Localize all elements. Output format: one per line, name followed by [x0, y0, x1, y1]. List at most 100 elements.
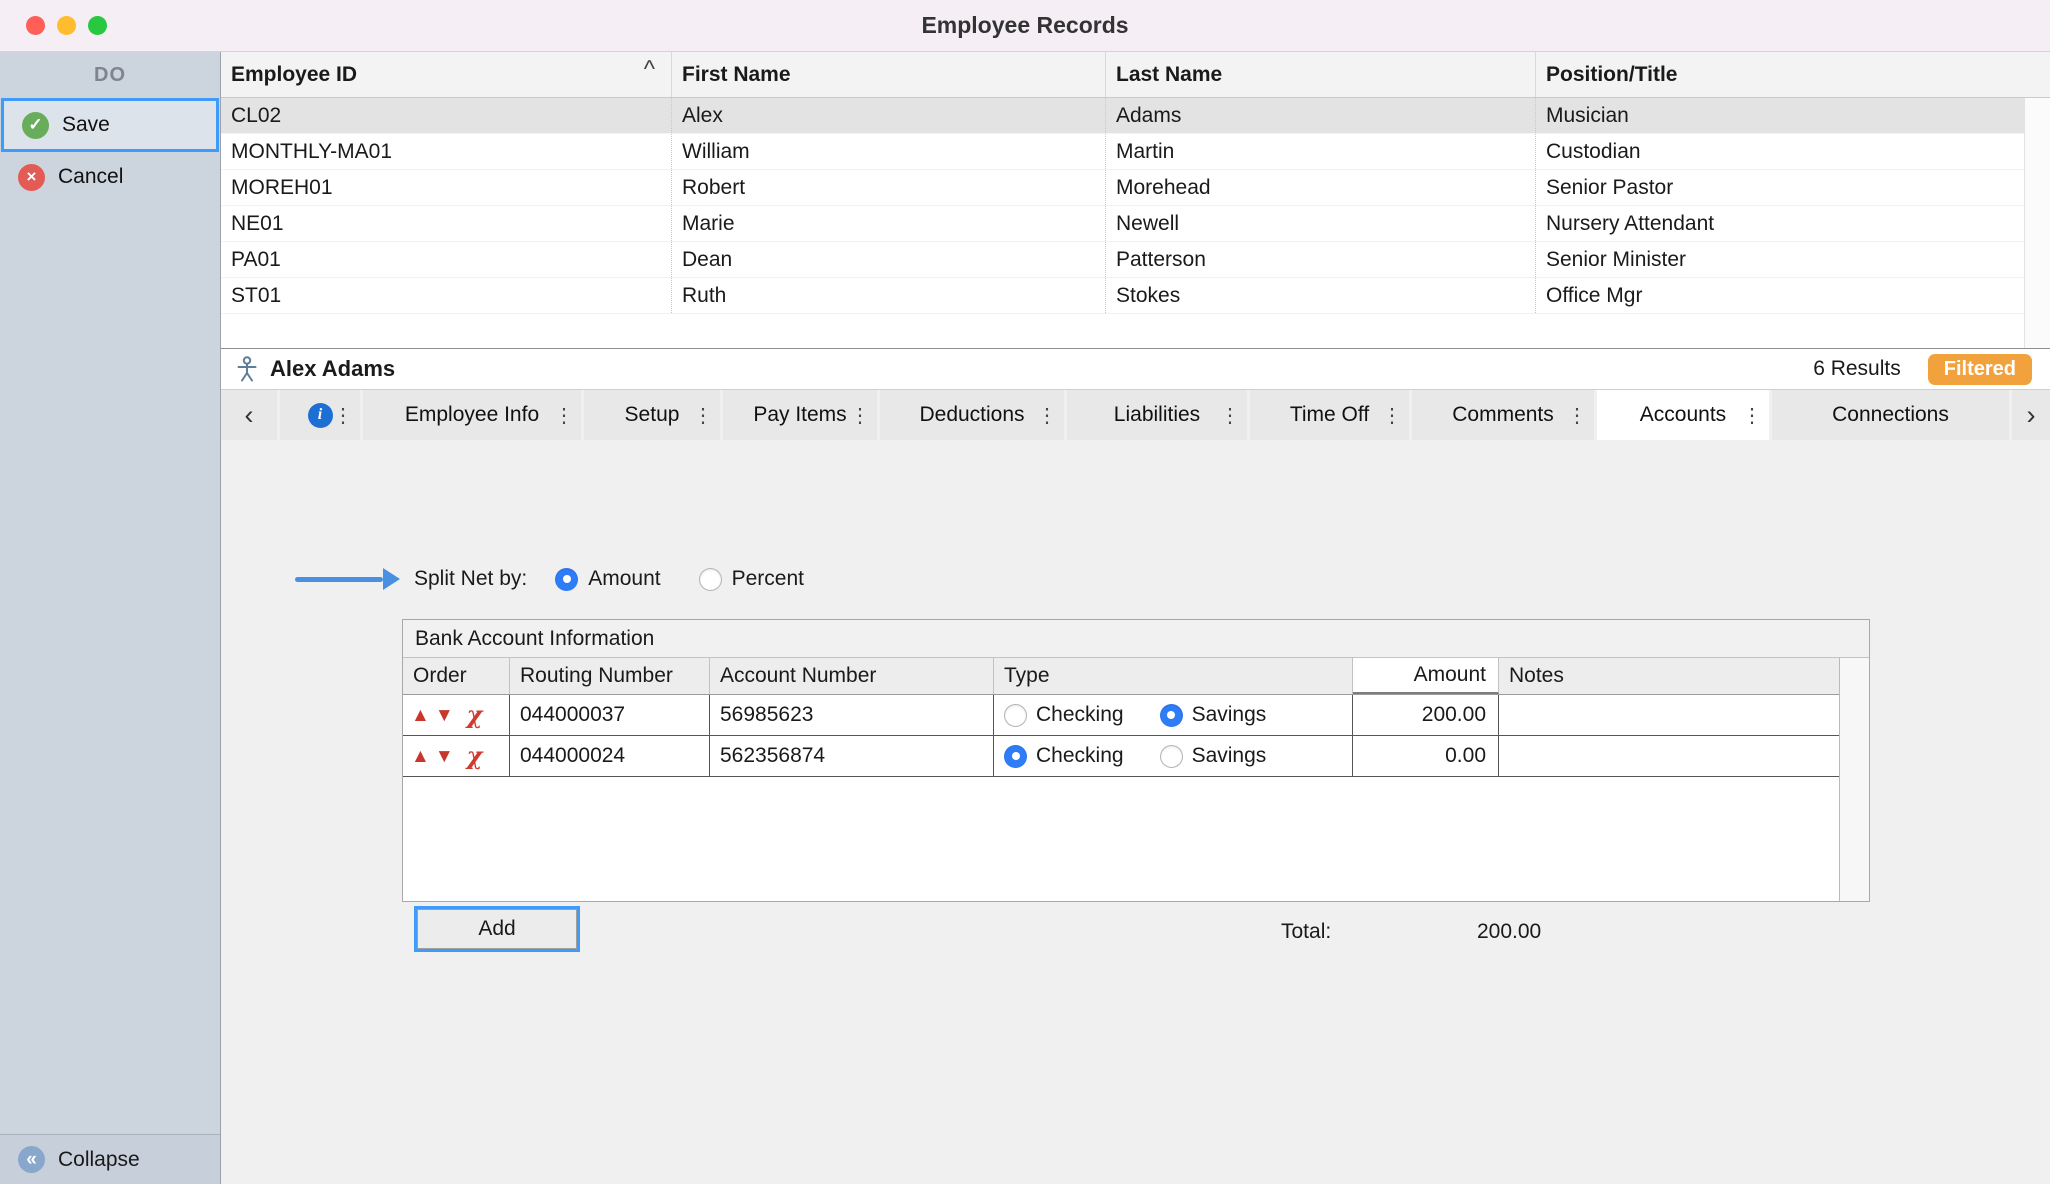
cell-employee-id: CL02 [221, 98, 672, 133]
move-down-icon[interactable]: ▼ [435, 747, 454, 766]
move-down-icon[interactable]: ▼ [435, 706, 454, 725]
cell-first-name: Dean [672, 242, 1106, 277]
tab-record-info[interactable]: i ⋮ [280, 390, 360, 440]
account-number-field[interactable]: 562356874 [710, 736, 994, 776]
kebab-menu-icon[interactable]: ⋮ [1037, 403, 1057, 428]
amount-field[interactable]: 0.00 [1353, 736, 1499, 776]
add-account-button[interactable]: Add [417, 909, 577, 949]
table-scrollbar[interactable] [2024, 98, 2050, 348]
radio-percent[interactable] [699, 568, 722, 591]
tabs-scroll-left-button[interactable]: ‹ [221, 390, 277, 440]
kebab-menu-icon[interactable]: ⋮ [1567, 403, 1587, 428]
split-by-percent-option[interactable]: Percent [699, 567, 804, 591]
checking-option[interactable]: Checking [1004, 744, 1124, 768]
account-type-cell: Checking Savings [994, 736, 1353, 776]
titlebar: Employee Records [0, 0, 2050, 52]
close-window-button[interactable] [26, 16, 45, 35]
collapse-button-label: Collapse [58, 1148, 140, 1172]
cell-employee-id: MONTHLY-MA01 [221, 134, 672, 169]
radio-savings[interactable] [1160, 745, 1183, 768]
total-row: Total: 200.00 [1281, 920, 1541, 944]
routing-number-field[interactable]: 044000037 [510, 695, 710, 735]
bank-column-notes[interactable]: Notes [1499, 658, 1839, 694]
tab-strip: ‹ i ⋮ Employee Info ⋮ Setup ⋮ Pay Items … [221, 390, 2050, 440]
table-row[interactable]: NE01 Marie Newell Nursery Attendant [221, 206, 2050, 242]
bank-column-type[interactable]: Type [994, 658, 1353, 694]
tab-setup[interactable]: Setup ⋮ [584, 390, 720, 440]
delete-row-icon[interactable]: χ [467, 744, 483, 768]
minimize-window-button[interactable] [57, 16, 76, 35]
bank-table-header: Order Routing Number Account Number Type… [403, 658, 1839, 695]
cell-last-name: Newell [1106, 206, 1536, 241]
checking-option[interactable]: Checking [1004, 703, 1124, 727]
notes-field[interactable] [1499, 695, 1839, 735]
radio-checking[interactable] [1004, 745, 1027, 768]
move-up-icon[interactable]: ▲ [411, 747, 430, 766]
accounts-panel: Split Net by: Amount Percent Bank Accoun… [221, 440, 2050, 1184]
bank-account-row[interactable]: ▲ ▼ χ 044000037 56985623 Checking [403, 695, 1839, 736]
check-icon: ✓ [22, 112, 49, 139]
amount-field[interactable]: 200.00 [1353, 695, 1499, 735]
tab-accounts[interactable]: Accounts ⋮ [1597, 390, 1769, 440]
notes-field[interactable] [1499, 736, 1839, 776]
account-type-cell: Checking Savings [994, 695, 1353, 735]
cell-first-name: William [672, 134, 1106, 169]
tab-time-off[interactable]: Time Off ⋮ [1250, 390, 1409, 440]
kebab-menu-icon[interactable]: ⋮ [554, 403, 574, 428]
person-icon [235, 356, 259, 382]
tab-liabilities[interactable]: Liabilities ⋮ [1067, 390, 1247, 440]
kebab-menu-icon[interactable]: ⋮ [693, 403, 713, 428]
tab-deductions[interactable]: Deductions ⋮ [880, 390, 1064, 440]
tab-comments[interactable]: Comments ⋮ [1412, 390, 1594, 440]
collapse-button[interactable]: « Collapse [0, 1134, 220, 1184]
filtered-badge[interactable]: Filtered [1928, 354, 2032, 385]
bank-column-order[interactable]: Order [403, 658, 510, 694]
account-number-field[interactable]: 56985623 [710, 695, 994, 735]
savings-option[interactable]: Savings [1160, 744, 1267, 768]
radio-savings[interactable] [1160, 704, 1183, 727]
cell-position: Custodian [1536, 134, 2024, 169]
cancel-button[interactable]: × Cancel [0, 152, 220, 202]
radio-checking[interactable] [1004, 704, 1027, 727]
save-button[interactable]: ✓ Save [1, 98, 219, 152]
radio-amount[interactable] [555, 568, 578, 591]
total-value: 200.00 [1451, 920, 1541, 944]
kebab-menu-icon[interactable]: ⋮ [1220, 403, 1240, 428]
move-up-icon[interactable]: ▲ [411, 706, 430, 725]
bank-column-routing[interactable]: Routing Number [510, 658, 710, 694]
employee-table: Employee ID ^ First Name Last Name Posit… [221, 52, 2050, 349]
cell-last-name: Patterson [1106, 242, 1536, 277]
table-row[interactable]: MOREH01 Robert Morehead Senior Pastor [221, 170, 2050, 206]
column-header-position-title[interactable]: Position/Title [1536, 52, 2024, 97]
savings-option[interactable]: Savings [1160, 703, 1267, 727]
record-bar: Alex Adams 6 Results Filtered [221, 349, 2050, 390]
bank-account-row[interactable]: ▲ ▼ χ 044000024 562356874 Checking [403, 736, 1839, 777]
tab-connections[interactable]: Connections [1772, 390, 2009, 440]
tab-employee-info[interactable]: Employee Info ⋮ [363, 390, 581, 440]
delete-row-icon[interactable]: χ [467, 703, 483, 727]
kebab-menu-icon[interactable]: ⋮ [1742, 403, 1762, 428]
tabs-scroll-right-button[interactable]: › [2012, 390, 2050, 440]
annotation-arrow [295, 568, 400, 590]
column-header-last-name[interactable]: Last Name [1106, 52, 1536, 97]
column-header-employee-id[interactable]: Employee ID ^ [221, 52, 672, 97]
bank-column-amount[interactable]: Amount [1353, 658, 1499, 694]
table-row[interactable]: ST01 Ruth Stokes Office Mgr [221, 278, 2050, 314]
table-row[interactable]: PA01 Dean Patterson Senior Minister [221, 242, 2050, 278]
kebab-menu-icon[interactable]: ⋮ [850, 403, 870, 428]
kebab-menu-icon[interactable]: ⋮ [1382, 403, 1402, 428]
routing-number-field[interactable]: 044000024 [510, 736, 710, 776]
selected-record-name: Alex Adams [270, 356, 395, 382]
total-label: Total: [1281, 920, 1331, 944]
column-header-first-name[interactable]: First Name [672, 52, 1106, 97]
bank-column-account[interactable]: Account Number [710, 658, 994, 694]
sort-ascending-icon[interactable]: ^ [644, 56, 655, 84]
bank-group-title: Bank Account Information [403, 620, 1869, 658]
table-row[interactable]: MONTHLY-MA01 William Martin Custodian [221, 134, 2050, 170]
kebab-menu-icon[interactable]: ⋮ [333, 403, 353, 428]
table-row[interactable]: CL02 Alex Adams Musician [221, 98, 2050, 134]
split-by-amount-option[interactable]: Amount [555, 567, 660, 591]
tab-pay-items[interactable]: Pay Items ⋮ [723, 390, 877, 440]
bank-table-scrollbar[interactable] [1839, 658, 1869, 901]
zoom-window-button[interactable] [88, 16, 107, 35]
